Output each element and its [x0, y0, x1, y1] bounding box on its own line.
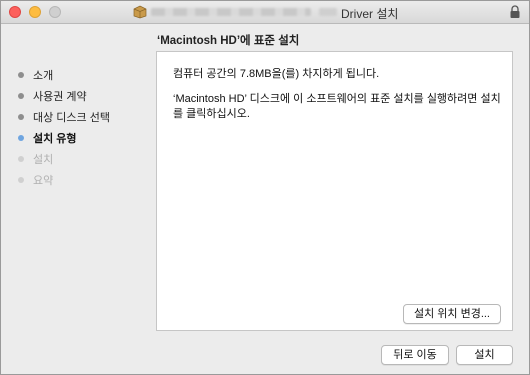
change-install-location-button[interactable]: 설치 위치 변경...: [403, 304, 501, 324]
disk-space-message: 컴퓨터 공간의 7.8MB을(를) 차지하게 됩니다.: [173, 68, 380, 80]
step-dot-icon: [18, 114, 24, 120]
step-label: 소개: [33, 70, 54, 82]
step-label: 대상 디스크 선택: [33, 112, 110, 124]
step-installation: 설치: [15, 153, 110, 174]
go-back-button[interactable]: 뒤로 이동: [381, 345, 449, 365]
step-label: 사용권 계약: [33, 91, 87, 103]
install-button[interactable]: 설치: [456, 345, 513, 365]
step-installation-type: 설치 유형: [15, 132, 110, 153]
window-title: Driver 설치: [341, 7, 399, 21]
step-dot-icon: [18, 135, 24, 141]
content-panel: 컴퓨터 공간의 7.8MB을(를) 차지하게 됩니다. ‘Macintosh H…: [156, 51, 513, 331]
step-destination: 대상 디스크 선택: [15, 111, 110, 132]
installer-window: Driver 설치 ‘Macintosh HD’에 표준 설치 소개 사용권 계…: [0, 0, 530, 375]
step-label: 요약: [33, 175, 54, 187]
page-subtitle: ‘Macintosh HD’에 표준 설치: [157, 35, 300, 47]
step-label: 설치: [33, 154, 54, 166]
lock-icon: [510, 5, 520, 18]
step-dot-icon: [18, 93, 24, 99]
step-license: 사용권 계약: [15, 90, 110, 111]
blurred-title-text: [151, 8, 311, 16]
step-summary: 요약: [15, 174, 110, 195]
step-introduction: 소개: [15, 69, 110, 90]
install-instruction: ‘Macintosh HD’ 디스크에 이 소프트웨어의 표준 설치를 실행하려…: [173, 93, 501, 120]
step-dot-icon: [18, 72, 24, 78]
step-dot-icon: [18, 177, 24, 183]
steps-sidebar: 소개 사용권 계약 대상 디스크 선택 설치 유형 설치 요약: [15, 69, 110, 195]
minimize-button[interactable]: [29, 6, 41, 18]
step-label: 설치 유형: [33, 133, 77, 145]
close-button[interactable]: [9, 6, 21, 18]
zoom-button: [49, 6, 61, 18]
step-dot-icon: [18, 156, 24, 162]
title-bar[interactable]: Driver 설치: [1, 1, 529, 24]
package-icon: [133, 5, 147, 19]
blurred-title-text: [319, 8, 337, 16]
